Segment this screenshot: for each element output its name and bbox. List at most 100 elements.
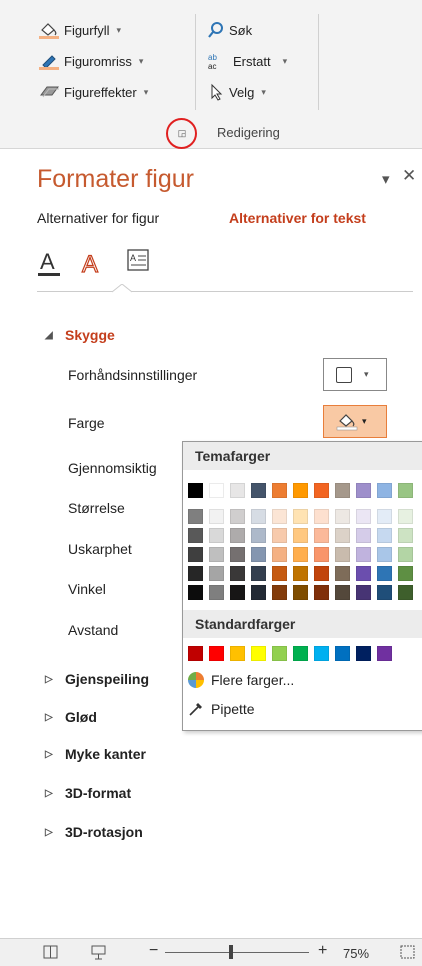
theme-tint-swatch[interactable]	[314, 528, 329, 543]
theme-tint-swatch[interactable]	[335, 528, 350, 543]
soft-edges-section-header[interactable]: ▷ Myke kanter	[45, 746, 146, 762]
theme-tint-swatch[interactable]	[335, 585, 350, 600]
theme-tint-swatch[interactable]	[188, 566, 203, 581]
fit-to-window-icon[interactable]	[400, 945, 416, 960]
shape-effects-button[interactable]: Figureffekter ▾	[38, 83, 148, 101]
standard-color-swatch[interactable]	[377, 646, 392, 661]
slideshow-icon[interactable]	[91, 945, 107, 960]
theme-color-swatch[interactable]	[356, 483, 371, 498]
theme-tint-swatch[interactable]	[251, 585, 266, 600]
standard-color-swatch[interactable]	[356, 646, 371, 661]
standard-color-swatch[interactable]	[251, 646, 266, 661]
theme-tint-swatch[interactable]	[251, 528, 266, 543]
theme-color-swatch[interactable]	[293, 483, 308, 498]
theme-tint-swatch[interactable]	[251, 566, 266, 581]
theme-tint-swatch[interactable]	[188, 509, 203, 524]
theme-tint-swatch[interactable]	[230, 585, 245, 600]
theme-tint-swatch[interactable]	[314, 509, 329, 524]
theme-tint-swatch[interactable]	[398, 528, 413, 543]
theme-tint-swatch[interactable]	[293, 547, 308, 562]
tab-shape-options[interactable]: Alternativer for figur	[37, 210, 159, 226]
zoom-slider-track[interactable]	[165, 952, 309, 953]
textbox-tab[interactable]: A	[127, 248, 151, 277]
theme-tint-swatch[interactable]	[272, 566, 287, 581]
theme-tint-swatch[interactable]	[335, 509, 350, 524]
theme-tint-swatch[interactable]	[293, 566, 308, 581]
replace-button[interactable]: ab ac Erstatt ▾	[207, 52, 287, 70]
theme-tint-swatch[interactable]	[272, 528, 287, 543]
eyedropper-button[interactable]: Pipette	[187, 700, 255, 718]
theme-tint-swatch[interactable]	[272, 509, 287, 524]
theme-tint-swatch[interactable]	[377, 547, 392, 562]
standard-color-swatch[interactable]	[230, 646, 245, 661]
standard-color-swatch[interactable]	[272, 646, 287, 661]
theme-tint-swatch[interactable]	[335, 547, 350, 562]
theme-tint-swatch[interactable]	[230, 566, 245, 581]
theme-tint-swatch[interactable]	[293, 528, 308, 543]
theme-color-swatch[interactable]	[272, 483, 287, 498]
theme-tint-swatch[interactable]	[398, 585, 413, 600]
theme-tint-swatch[interactable]	[398, 547, 413, 562]
more-colors-button[interactable]: Flere farger...	[187, 671, 294, 689]
shadow-color-dropdown[interactable]: ▾	[323, 405, 387, 438]
theme-color-swatch[interactable]	[230, 483, 245, 498]
standard-color-swatch[interactable]	[293, 646, 308, 661]
theme-tint-swatch[interactable]	[209, 566, 224, 581]
standard-color-swatch[interactable]	[209, 646, 224, 661]
theme-tint-swatch[interactable]	[356, 585, 371, 600]
theme-color-swatch[interactable]	[188, 483, 203, 498]
presets-dropdown[interactable]: ▾	[323, 358, 387, 391]
3d-rotation-section-header[interactable]: ▷ 3D-rotasjon	[45, 824, 143, 840]
find-button[interactable]: Søk	[207, 21, 252, 39]
3d-format-section-header[interactable]: ▷ 3D-format	[45, 785, 131, 801]
theme-tint-swatch[interactable]	[314, 585, 329, 600]
close-icon[interactable]: ✕	[402, 166, 416, 186]
zoom-level[interactable]: 75%	[343, 946, 369, 961]
standard-color-swatch[interactable]	[188, 646, 203, 661]
theme-color-swatch[interactable]	[398, 483, 413, 498]
theme-tint-swatch[interactable]	[209, 585, 224, 600]
theme-tint-swatch[interactable]	[230, 547, 245, 562]
theme-tint-swatch[interactable]	[188, 547, 203, 562]
theme-tint-swatch[interactable]	[209, 547, 224, 562]
zoom-slider-thumb[interactable]	[229, 945, 233, 959]
theme-tint-swatch[interactable]	[356, 509, 371, 524]
theme-tint-swatch[interactable]	[377, 585, 392, 600]
standard-color-swatch[interactable]	[335, 646, 350, 661]
theme-tint-swatch[interactable]	[188, 528, 203, 543]
theme-tint-swatch[interactable]	[314, 547, 329, 562]
theme-tint-swatch[interactable]	[314, 566, 329, 581]
zoom-in-button[interactable]: +	[318, 942, 327, 960]
text-effects-tab[interactable]: A	[79, 248, 105, 281]
theme-tint-swatch[interactable]	[272, 585, 287, 600]
reading-view-icon[interactable]	[43, 945, 59, 960]
theme-tint-swatch[interactable]	[293, 509, 308, 524]
theme-color-swatch[interactable]	[335, 483, 350, 498]
theme-color-swatch[interactable]	[377, 483, 392, 498]
shape-outline-button[interactable]: Figuromriss ▾	[38, 52, 143, 70]
theme-tint-swatch[interactable]	[377, 566, 392, 581]
theme-tint-swatch[interactable]	[251, 547, 266, 562]
theme-tint-swatch[interactable]	[356, 547, 371, 562]
reflection-section-header[interactable]: ▷ Gjenspeiling	[45, 671, 149, 687]
shadow-section-header[interactable]: ◢ Skygge	[45, 327, 115, 343]
standard-color-swatch[interactable]	[314, 646, 329, 661]
theme-tint-swatch[interactable]	[356, 528, 371, 543]
tab-text-options[interactable]: Alternativer for tekst	[229, 210, 366, 226]
theme-tint-swatch[interactable]	[230, 528, 245, 543]
pane-options-chevron-icon[interactable]: ▾	[382, 170, 390, 188]
select-button[interactable]: Velg ▾	[207, 83, 266, 101]
zoom-out-button[interactable]: −	[149, 942, 158, 960]
theme-tint-swatch[interactable]	[356, 566, 371, 581]
glow-section-header[interactable]: ▷ Glød	[45, 709, 97, 725]
theme-tint-swatch[interactable]	[188, 585, 203, 600]
theme-tint-swatch[interactable]	[377, 528, 392, 543]
theme-tint-swatch[interactable]	[377, 509, 392, 524]
theme-tint-swatch[interactable]	[398, 509, 413, 524]
theme-tint-swatch[interactable]	[335, 566, 350, 581]
text-fill-outline-tab[interactable]: A	[37, 248, 63, 281]
shape-fill-button[interactable]: Figurfyll ▾	[38, 21, 121, 39]
theme-color-swatch[interactable]	[209, 483, 224, 498]
theme-color-swatch[interactable]	[314, 483, 329, 498]
theme-tint-swatch[interactable]	[272, 547, 287, 562]
